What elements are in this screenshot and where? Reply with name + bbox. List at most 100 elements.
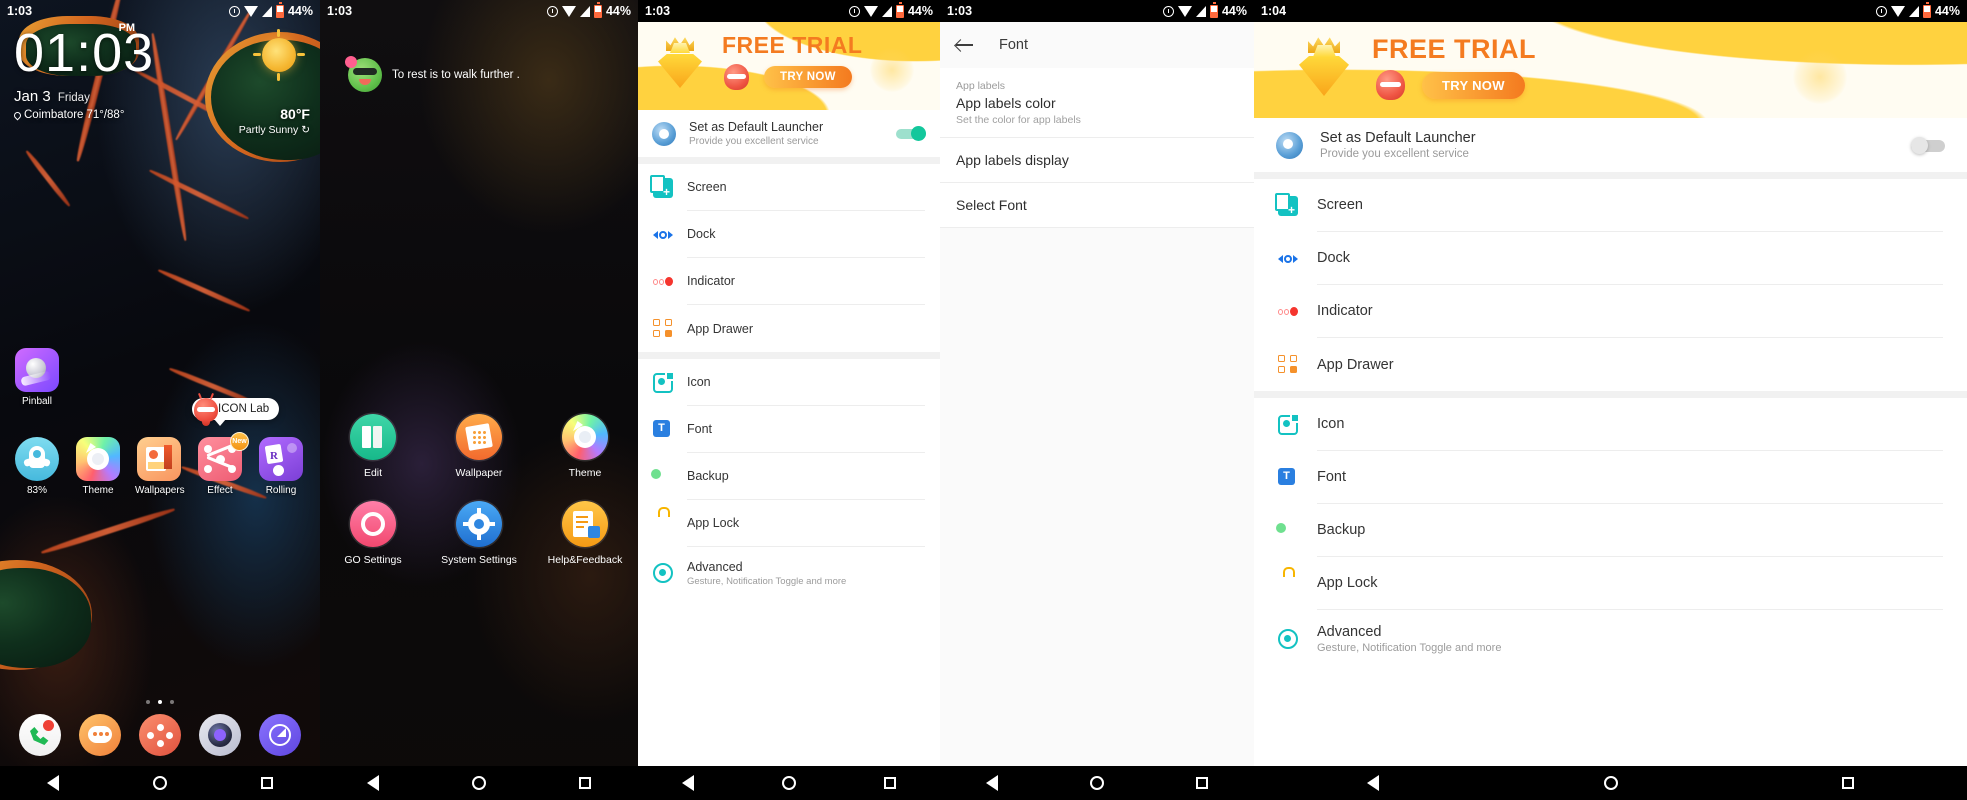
menu-item-go-settings[interactable]: GO Settings [330,501,416,566]
free-trial-banner[interactable]: FREE TRIAL TRY NOW [1254,22,1967,118]
home-icon[interactable] [153,776,167,790]
recents-icon[interactable] [884,777,896,789]
signal-icon [1195,5,1206,17]
settings-row-backup[interactable]: Backup [638,453,940,500]
row-title: Icon [1317,416,1345,432]
back-icon[interactable] [366,775,379,791]
messages-icon[interactable] [79,714,121,756]
row-title: Indicator [1317,303,1373,319]
menu-row: Edit Wallpaper Theme [320,414,638,479]
app-drawer-icon[interactable] [139,714,181,756]
row-subtitle: Gesture, Notification Toggle and more [687,575,847,587]
phone-icon[interactable] [19,714,61,756]
home-icon[interactable] [1603,776,1618,790]
app-icon-wallpapers[interactable]: Wallpapers [135,437,185,496]
battery-icon [593,2,602,18]
settings-row-app-drawer[interactable]: App Drawer [638,305,940,352]
settings-row-app-drawer[interactable]: App Drawer [1254,338,1967,391]
row-title: Font [687,422,713,436]
menu-label: GO Settings [344,554,402,566]
recents-icon[interactable] [1196,777,1208,789]
app-icon-booster[interactable]: 83% [13,437,61,496]
settings-row-indicator[interactable]: Indicator [1254,285,1967,338]
row-title: Advanced [687,559,743,574]
page-title: Font [999,37,1029,53]
row-title: App Lock [1317,575,1378,591]
browser-icon[interactable] [259,714,301,756]
default-launcher-toggle[interactable] [1911,136,1945,154]
nav-bar [638,766,940,800]
status-icons: 44% [848,2,933,18]
settings-row-screen[interactable]: Screen [1254,179,1967,232]
clock-widget[interactable]: 01:03 PM Jan 3 Friday Coimbatore 71°/88° [12,22,154,121]
app-icon-rolling[interactable]: R Rolling [257,437,305,496]
status-icons: 44% [1875,2,1960,18]
weather-widget[interactable]: 80°F Partly Sunny ↻ [239,106,310,136]
weekday-text: Friday [57,92,90,104]
status-time: 1:03 [645,4,671,18]
home-icon[interactable] [471,776,486,790]
camera-icon[interactable] [199,714,241,756]
home-icon[interactable] [1090,776,1104,790]
free-trial-banner[interactable]: FREE TRIAL TRY NOW [638,22,940,110]
try-now-button[interactable]: TRY NOW [1422,72,1525,99]
status-icons: 44% [546,2,631,18]
settings-row-app-lock[interactable]: App Lock [1254,557,1967,610]
settings-row-advanced[interactable]: Advanced Gesture, Notification Toggle an… [638,547,940,599]
app-lock-icon [1278,574,1298,594]
recents-icon[interactable] [261,777,273,789]
settings-row-dock[interactable]: Dock [1254,232,1967,285]
menu-item-wallpaper[interactable]: Wallpaper [436,414,522,479]
menu-item-system-settings[interactable]: System Settings [436,501,522,566]
recents-icon[interactable] [1842,777,1855,789]
system-settings-icon [456,501,502,547]
row-app-labels-display[interactable]: App labels display [940,138,1254,183]
advanced-icon [1278,629,1298,649]
settings-row-dock[interactable]: Dock [638,211,940,258]
row-select-font[interactable]: Select Font [940,183,1254,228]
mascot-icon [724,64,749,90]
row-title: Backup [687,469,729,483]
menu-label: Help&Feedback [547,554,623,566]
default-launcher-row[interactable]: Set as Default Launcher Provide you exce… [1254,118,1967,172]
app-icon-effect[interactable]: New Effect [196,432,249,496]
back-icon[interactable] [47,775,59,791]
settings-row-icon[interactable]: Icon [638,359,940,406]
app-icon-theme[interactable]: Theme [74,437,122,496]
settings-row-advanced[interactable]: Advanced Gesture, Notification Toggle an… [1254,610,1967,668]
page-dot[interactable] [146,700,150,704]
menu-item-theme[interactable]: Theme [542,414,628,479]
app-icon-pinball[interactable]: Pinball [13,348,61,407]
settings-screen: FREE TRIAL TRY NOW Set as Default Launch… [1254,22,1967,766]
refresh-icon[interactable]: ↻ [301,124,310,136]
page-dot-active[interactable] [158,700,162,704]
try-now-button[interactable]: TRY NOW [764,66,852,88]
default-launcher-toggle[interactable] [896,126,926,141]
settings-row-screen[interactable]: Screen [638,164,940,211]
battery-percent: 44% [287,4,313,18]
settings-row-font[interactable]: T Font [1254,451,1967,504]
page-dot[interactable] [170,700,174,704]
settings-row-icon[interactable]: Icon [1254,398,1967,451]
back-icon[interactable] [1366,775,1379,791]
settings-row-font[interactable]: T Font [638,406,940,453]
rolling-icon: R [259,437,303,481]
menu-item-help-feedback[interactable]: Help&Feedback [542,501,628,566]
alarm-icon [848,5,860,17]
settings-row-app-lock[interactable]: App Lock [638,500,940,547]
app-drawer-icon [653,318,673,339]
settings-row-indicator[interactable]: Indicator [638,258,940,305]
recents-icon[interactable] [579,777,592,789]
nav-bar [0,766,320,800]
app-drawer-icon [1278,354,1298,375]
back-icon[interactable] [986,775,998,791]
back-arrow-icon[interactable] [956,38,973,52]
menu-item-edit[interactable]: Edit [330,414,416,479]
default-launcher-title: Set as Default Launcher [689,120,824,134]
daily-quote[interactable]: To rest is to walk further . [320,56,638,92]
home-icon[interactable] [782,776,796,790]
default-launcher-row[interactable]: Set as Default Launcher Provide you exce… [638,110,940,157]
settings-row-backup[interactable]: Backup [1254,504,1967,557]
row-app-labels-color[interactable]: App labels color Set the color for app l… [940,92,1254,138]
back-icon[interactable] [682,775,694,791]
